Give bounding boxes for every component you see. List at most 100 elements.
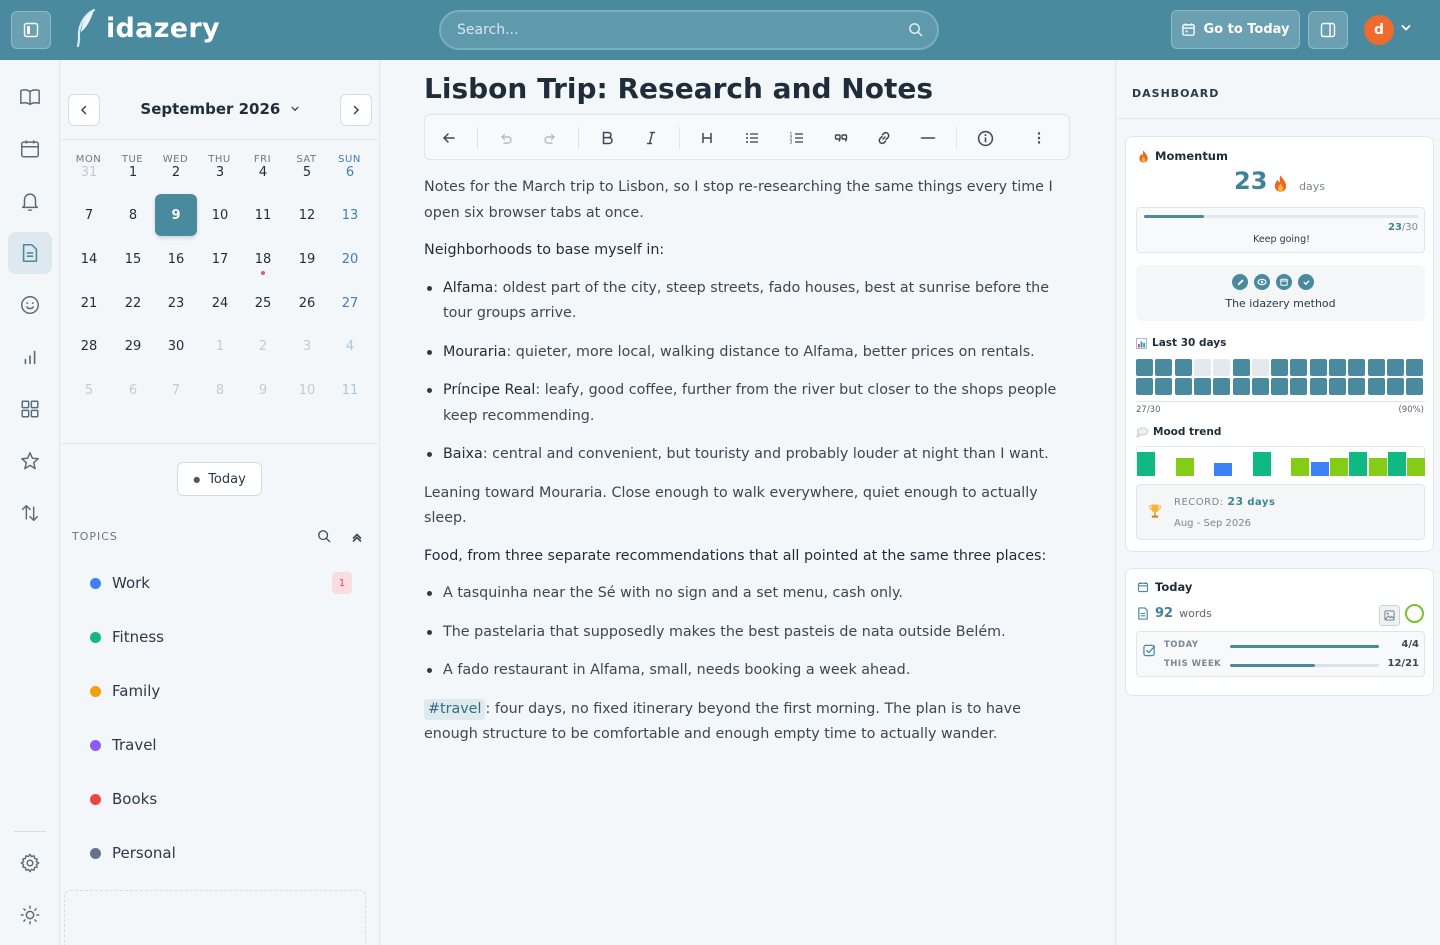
rail-notes[interactable] <box>8 232 52 274</box>
calendar-day-number: 3 <box>302 338 312 354</box>
calendar-day[interactable]: 2 <box>155 151 197 193</box>
calendar-day[interactable]: 10 <box>286 369 328 411</box>
list-item: Príncipe Real: leafy, good coffee, furth… <box>424 378 1074 429</box>
calendar-day[interactable]: 5 <box>68 369 110 411</box>
calendar-day[interactable]: 6 <box>112 369 154 411</box>
calendar-day[interactable]: 31 <box>68 151 110 193</box>
app-logo[interactable]: idazery <box>74 8 220 48</box>
neighborhood-text: : central and convenient, but touristy a… <box>482 446 1049 462</box>
more-options-button[interactable] <box>1027 126 1051 150</box>
calendar-day[interactable]: 7 <box>155 369 197 411</box>
calendar-day[interactable]: 1 <box>199 325 241 367</box>
topic-item[interactable]: Travel <box>90 733 157 757</box>
hashtag[interactable]: #travel <box>424 698 486 720</box>
note-title[interactable]: Lisbon Trip: Research and Notes <box>424 72 933 105</box>
calendar-day[interactable]: 19 <box>286 238 328 280</box>
calendar-day[interactable]: 20 <box>329 238 371 280</box>
calendar-day[interactable]: 25 <box>242 282 284 324</box>
rail-theme[interactable] <box>8 894 52 936</box>
calendar-day[interactable]: 4 <box>329 325 371 367</box>
rail-mood[interactable] <box>8 284 52 326</box>
calendar-day[interactable]: 22 <box>112 282 154 324</box>
italic-button[interactable] <box>639 126 663 150</box>
bullet-list-button[interactable] <box>740 126 764 150</box>
calendar-day[interactable]: 28 <box>68 325 110 367</box>
calendar-day[interactable]: 26 <box>286 282 328 324</box>
calendar-day-number: 13 <box>341 207 359 223</box>
prev-month-button[interactable] <box>68 94 100 126</box>
calendar-day[interactable]: 11 <box>329 369 371 411</box>
calendar-day[interactable]: 1 <box>112 151 154 193</box>
calendar-day[interactable]: 9 <box>155 194 197 236</box>
calendar-day[interactable]: 17 <box>199 238 241 280</box>
rail-journal[interactable] <box>8 76 52 118</box>
topic-item[interactable]: Family <box>90 679 160 703</box>
calendar-day[interactable]: 9 <box>242 369 284 411</box>
record-box: RECORD: 23 days Aug - Sep 2026 <box>1136 484 1425 540</box>
topic-item[interactable]: Books <box>90 787 157 811</box>
next-month-button[interactable] <box>340 94 372 126</box>
calendar-day-number: 4 <box>258 164 268 180</box>
calendar-day[interactable]: 6 <box>329 151 371 193</box>
add-topic-area[interactable] <box>64 890 366 945</box>
user-avatar[interactable]: d <box>1364 15 1394 45</box>
calendar-day[interactable]: 23 <box>155 282 197 324</box>
calendar-day[interactable]: 3 <box>286 325 328 367</box>
calendar-day[interactable]: 3 <box>199 151 241 193</box>
calendar-day[interactable]: 5 <box>286 151 328 193</box>
link-button[interactable] <box>872 126 896 150</box>
today-button[interactable]: ● Today <box>177 462 262 496</box>
calendar-day[interactable]: 10 <box>199 194 241 236</box>
search-icon[interactable] <box>317 529 331 543</box>
search-icon[interactable] <box>908 22 923 37</box>
rail-settings[interactable] <box>8 842 52 884</box>
calendar-day[interactable]: 11 <box>242 194 284 236</box>
month-title[interactable]: September 2026 <box>140 100 300 118</box>
rail-stats[interactable] <box>8 336 52 378</box>
right-panel-toggle-button[interactable] <box>1308 11 1348 49</box>
go-to-today-button[interactable]: Go to Today <box>1171 10 1300 49</box>
streak-progress-current: 23 <box>1387 222 1402 233</box>
calendar-day[interactable]: 14 <box>68 238 110 280</box>
calendar-day[interactable]: 12 <box>286 194 328 236</box>
calendar-day[interactable]: 29 <box>112 325 154 367</box>
quote-button[interactable] <box>829 126 853 150</box>
rail-sync[interactable] <box>8 492 52 534</box>
redo-button[interactable] <box>538 126 562 150</box>
bold-button[interactable] <box>595 126 619 150</box>
calendar-day[interactable]: 13 <box>329 194 371 236</box>
chevron-down-icon[interactable] <box>1400 22 1412 34</box>
topic-item[interactable]: Work <box>90 571 150 595</box>
calendar-day[interactable]: 24 <box>199 282 241 324</box>
note-body[interactable]: Notes for the March trip to Lisbon, so I… <box>424 175 1074 760</box>
calendar-day[interactable]: 4 <box>242 151 284 193</box>
search-input[interactable] <box>457 12 897 48</box>
calendar-day[interactable]: 15 <box>112 238 154 280</box>
rail-favorites[interactable] <box>8 440 52 482</box>
topic-item[interactable]: Personal <box>90 841 176 865</box>
numbered-list-button[interactable]: 123 <box>785 126 809 150</box>
rail-calendar[interactable] <box>8 128 52 170</box>
rail-reminders[interactable] <box>8 180 52 222</box>
undo-button[interactable] <box>494 126 518 150</box>
calendar-day[interactable]: 27 <box>329 282 371 324</box>
add-image-button[interactable] <box>1379 605 1400 626</box>
calendar-day[interactable]: 30 <box>155 325 197 367</box>
calendar-day[interactable]: 18 <box>242 238 284 280</box>
calendar-day[interactable]: 7 <box>68 194 110 236</box>
horizontal-rule-button[interactable] <box>916 126 940 150</box>
calendar-day[interactable]: 8 <box>112 194 154 236</box>
heading-button[interactable] <box>695 126 719 150</box>
chevrons-up-icon[interactable] <box>351 531 363 543</box>
calendar-day[interactable]: 16 <box>155 238 197 280</box>
back-button[interactable] <box>437 126 461 150</box>
search-bar[interactable] <box>439 10 939 50</box>
calendar-day[interactable]: 2 <box>242 325 284 367</box>
calendar-day[interactable]: 8 <box>199 369 241 411</box>
info-button[interactable] <box>973 126 997 150</box>
sidebar-toggle-button[interactable] <box>11 11 51 49</box>
method-box[interactable]: The idazery method <box>1136 265 1425 321</box>
topic-item[interactable]: Fitness <box>90 625 164 649</box>
rail-apps[interactable] <box>8 388 52 430</box>
calendar-day[interactable]: 21 <box>68 282 110 324</box>
